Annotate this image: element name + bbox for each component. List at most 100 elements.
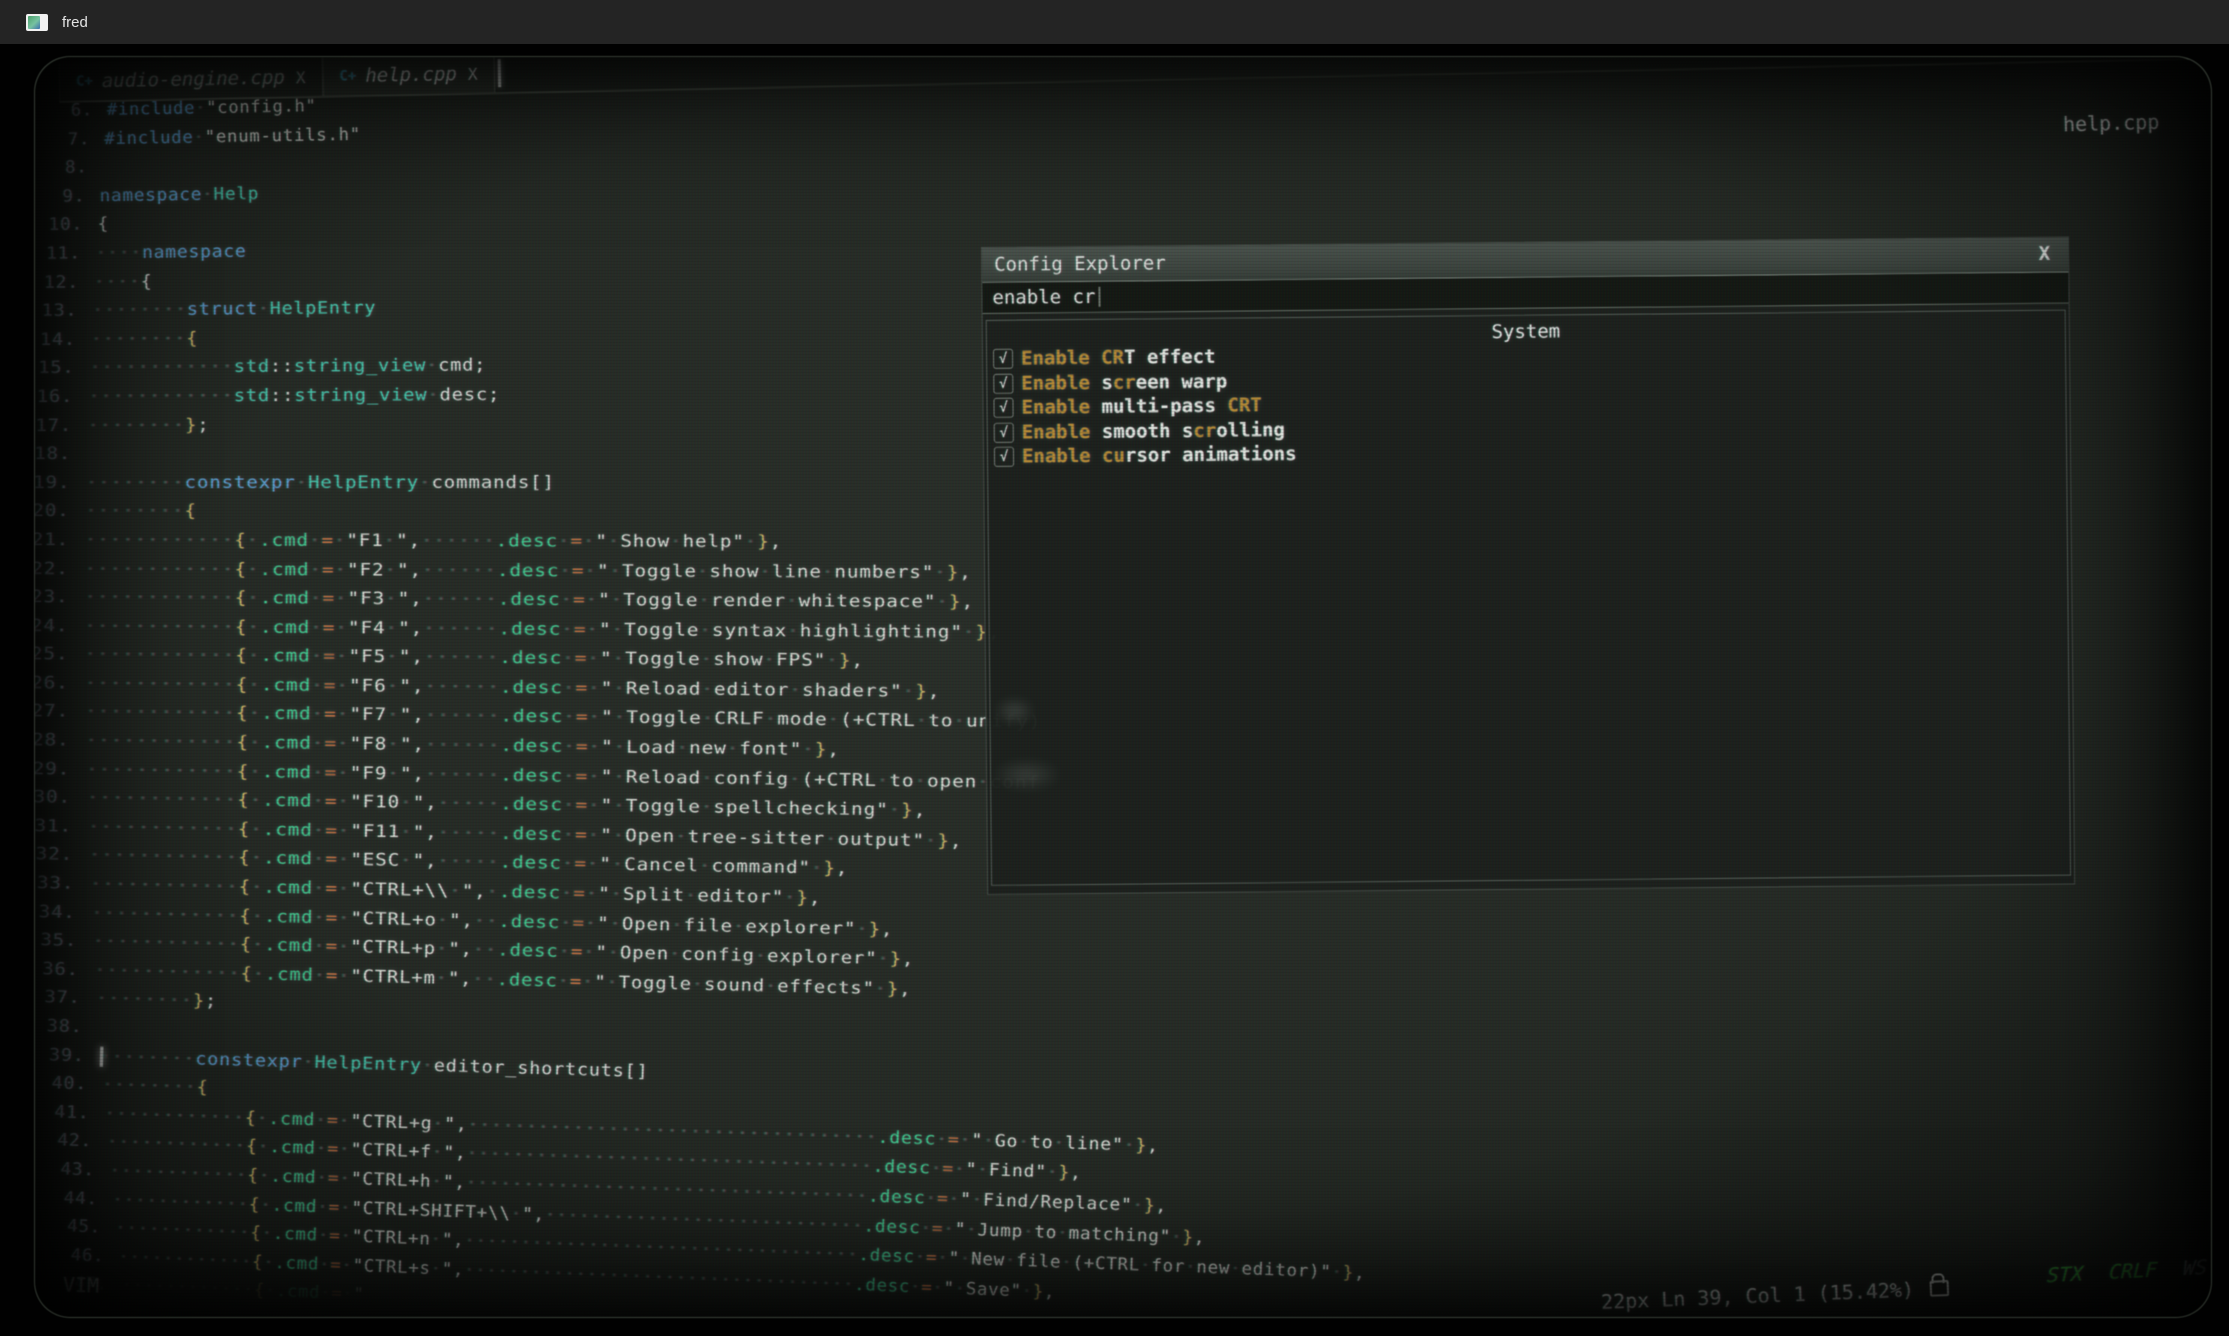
- tab-help.cpp[interactable]: C+help.cppX: [322, 56, 495, 96]
- code-token: ·: [310, 589, 323, 609]
- code-token: ·: [934, 562, 947, 582]
- close-icon[interactable]: X: [2039, 243, 2051, 265]
- code-token: =: [325, 879, 338, 899]
- config-option-label: Enable cursor animations: [1022, 443, 1297, 468]
- code-token: ············: [89, 846, 239, 869]
- code-token: ·: [338, 879, 351, 899]
- code-token: ·: [436, 968, 449, 988]
- code-token: =: [322, 560, 335, 580]
- code-token: ;: [197, 415, 209, 435]
- code-token: =: [321, 531, 334, 551]
- checkbox-icon[interactable]: √: [994, 447, 1014, 467]
- code-token: ·: [1021, 1281, 1033, 1301]
- checkbox-icon[interactable]: √: [993, 349, 1013, 369]
- code-token: ·: [977, 1160, 989, 1180]
- code-token: to: [928, 712, 953, 732]
- unlocked-padlock-icon: [1930, 1280, 1950, 1297]
- code-token: =: [575, 678, 588, 698]
- code-token: ": [965, 1160, 977, 1180]
- code-token: constexpr: [185, 473, 296, 493]
- code-token: .desc: [500, 765, 563, 786]
- code-token: .cmd: [273, 1224, 319, 1246]
- code-token: ·: [765, 710, 778, 730]
- code-token: ": [398, 618, 411, 638]
- code-token: ············: [85, 702, 236, 724]
- code-token: ,: [836, 859, 849, 879]
- checkbox-icon[interactable]: √: [994, 422, 1014, 442]
- code-token: string_view: [294, 356, 426, 377]
- code-token: ·: [312, 734, 325, 754]
- code-token: ·: [586, 590, 599, 610]
- code-token: ": [601, 679, 614, 699]
- code-token: ··: [473, 940, 498, 961]
- config-option[interactable]: √ Enable CRT effect: [993, 344, 1296, 371]
- code-token: ········: [85, 501, 184, 521]
- config-option[interactable]: √ Enable cursor animations: [994, 442, 1297, 469]
- status-mode: VIM: [63, 1272, 100, 1297]
- config-option-label: Enable CRT effect: [1021, 346, 1216, 370]
- code-token: ·: [1171, 1227, 1183, 1247]
- code-token: ·: [386, 647, 399, 667]
- tab-audio-engine.cpp[interactable]: C+audio-engine.cppX: [59, 58, 323, 101]
- code-token: ·: [263, 1252, 275, 1272]
- code-token: ·: [336, 676, 349, 696]
- code-token: =: [324, 763, 337, 783]
- code-token: ·: [733, 916, 746, 936]
- config-option[interactable]: √Enable screen warp: [993, 368, 1296, 395]
- code-token: ·: [562, 854, 575, 874]
- code-token: .cmd: [259, 531, 309, 551]
- option-text-segment: cu: [1102, 445, 1125, 467]
- code-token: }: [887, 979, 900, 999]
- code-token: "CTRL+m: [350, 966, 436, 988]
- code-token: ·: [430, 1230, 442, 1250]
- code-token: ,: [914, 801, 927, 821]
- code-token: whitespace": [799, 591, 937, 612]
- code-token: =: [330, 1255, 342, 1275]
- config-option[interactable]: √ Enable multi-pass CRT: [993, 393, 1296, 420]
- code-token: Cancel: [624, 855, 699, 876]
- code-token: ········: [88, 415, 186, 435]
- code-token: ············: [115, 1218, 251, 1243]
- close-icon[interactable]: X: [296, 68, 306, 87]
- code-token: =: [326, 908, 339, 928]
- code-token: "F7: [349, 705, 387, 725]
- config-option[interactable]: √Enable smooth scrolling: [994, 417, 1297, 444]
- code-token: ·: [385, 589, 398, 609]
- code-token: Show: [620, 532, 670, 552]
- code-token: ·: [338, 908, 351, 928]
- config-option-label: Enable multi-pass CRT: [1021, 395, 1261, 419]
- checkbox-icon[interactable]: √: [993, 373, 1013, 393]
- checkbox-icon[interactable]: √: [993, 398, 1013, 418]
- code-token: ·: [309, 531, 322, 551]
- code-token: ······: [421, 531, 496, 551]
- code-token: }: [193, 991, 206, 1011]
- code-token: ,: [1155, 1196, 1167, 1216]
- code-token: ·: [936, 1129, 948, 1149]
- config-explorer-title: Config Explorer: [994, 252, 1166, 276]
- code-token: =: [937, 1189, 949, 1209]
- code-token: ·: [252, 906, 265, 926]
- code-token: ·: [260, 1195, 272, 1215]
- code-token: line": [1065, 1133, 1124, 1155]
- code-token: ·: [296, 473, 308, 493]
- code-token: ·: [426, 356, 438, 376]
- code-token: }: [823, 859, 836, 879]
- code-token: ,: [1147, 1136, 1159, 1156]
- code-token: ·: [387, 764, 400, 784]
- code-token: ·: [339, 1169, 351, 1189]
- code-token: {: [235, 588, 248, 608]
- code-token: .cmd: [262, 762, 312, 783]
- code-token: .desc: [872, 1157, 931, 1179]
- code-token: ,: [1044, 1282, 1056, 1302]
- code-token: ·: [315, 1139, 327, 1159]
- code-token: ": [399, 647, 412, 667]
- code-token: =: [575, 825, 588, 845]
- code-token: =: [328, 1197, 340, 1217]
- code-token: =: [323, 618, 336, 638]
- code-token: New: [971, 1249, 1006, 1270]
- code-token: ·: [261, 1224, 273, 1244]
- close-icon[interactable]: X: [468, 64, 478, 83]
- code-token: ·: [431, 1172, 443, 1192]
- code-token: ·: [313, 908, 326, 928]
- code-token: ·: [613, 826, 626, 846]
